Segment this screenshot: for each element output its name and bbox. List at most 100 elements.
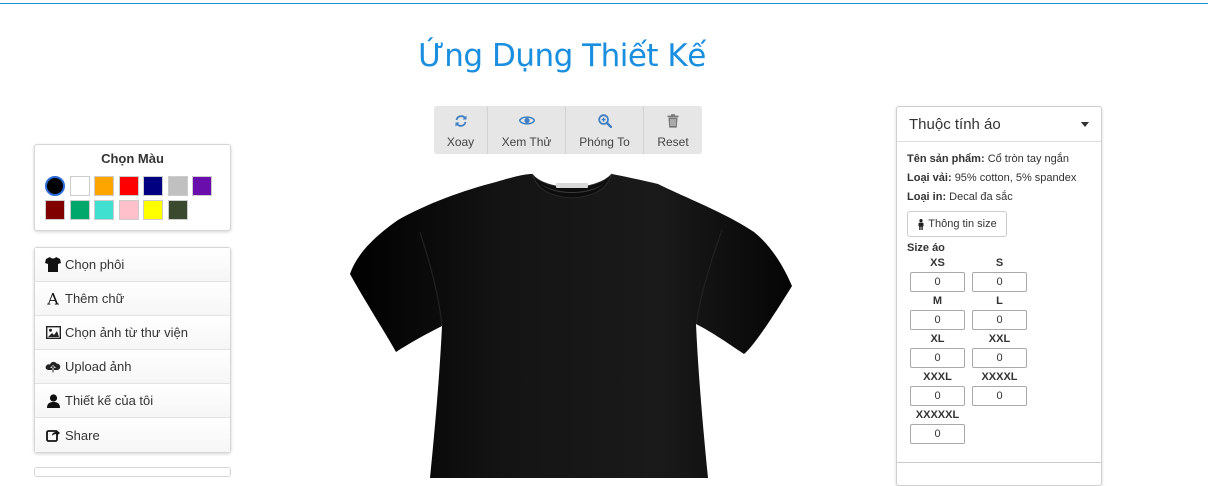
size-label: M (932, 295, 943, 307)
male-icon (918, 218, 924, 230)
toolbar-button[interactable]: Xoay (434, 106, 488, 154)
trash-icon (667, 112, 679, 130)
color-picker-title: Chọn Màu (101, 151, 164, 166)
color-swatch[interactable] (118, 200, 139, 220)
rotate-icon (454, 112, 468, 130)
color-swatch[interactable] (94, 176, 114, 196)
size-label: L (996, 295, 1003, 307)
color-swatch[interactable] (118, 176, 139, 196)
fabric-value: 95% cotton, 5% spandex (954, 172, 1077, 184)
text-icon: A (45, 291, 61, 307)
size-label: XXXXXL (915, 409, 960, 421)
menu-item[interactable]: Chọn phôi (35, 248, 230, 282)
shirt-properties-panel: Thuộc tính áo Tên sản phẩm: Cổ tròn tay … (896, 106, 1102, 486)
size-quantity-input[interactable] (972, 348, 1027, 368)
menu-item-label: Upload ảnh (65, 359, 132, 374)
size-quantity-input[interactable] (910, 310, 965, 330)
size-cell: M (910, 295, 965, 330)
size-label: XXXXL (981, 371, 1018, 383)
menu-item-label: Thiết kế của tôi (65, 393, 154, 408)
zoom-in-icon (597, 112, 612, 130)
eye-icon (518, 112, 535, 130)
fabric-row: Loại vải: 95% cotton, 5% spandex (907, 169, 1101, 188)
size-quantity-input[interactable] (910, 348, 965, 368)
tshirt-mockup[interactable] (346, 168, 798, 478)
size-info-button[interactable]: Thông tin size (907, 211, 1007, 237)
toolbar-button[interactable]: Xem Thử (488, 106, 566, 154)
menu-item[interactable]: Chọn ảnh từ thư viện (35, 316, 230, 350)
shirt-body (350, 174, 792, 478)
size-cell: XL (910, 333, 965, 368)
toolbar-button[interactable]: Reset (644, 106, 702, 154)
toolbar-button-label: Phóng To (579, 134, 630, 149)
size-quantity-input[interactable] (910, 424, 965, 444)
extra-panel (34, 467, 231, 477)
size-cell: L (972, 295, 1027, 330)
properties-dropdown-header[interactable]: Thuộc tính áo (897, 107, 1101, 142)
size-quantity-input[interactable] (972, 310, 1027, 330)
color-swatch[interactable] (69, 200, 90, 220)
color-swatch[interactable] (69, 176, 90, 196)
product-name-label: Tên sản phẩm: (907, 153, 985, 165)
panel-divider (897, 462, 1101, 463)
size-info-label: Thông tin size (928, 218, 997, 230)
product-name-value: Cổ tròn tay ngắn (987, 153, 1070, 165)
size-cell: XXL (972, 333, 1027, 368)
color-swatch[interactable] (192, 176, 212, 196)
size-label: XXXL (923, 371, 952, 383)
size-label: XL (930, 333, 945, 345)
product-name-row: Tên sản phẩm: Cổ tròn tay ngắn (907, 150, 1101, 169)
menu-item-label: Chọn phôi (65, 257, 125, 272)
size-cell: XS (910, 257, 965, 292)
color-swatch[interactable] (143, 200, 163, 220)
size-section-title: Size áo (907, 242, 945, 254)
shirt-neck-label (556, 183, 588, 188)
properties-title: Thuộc tính áo (909, 115, 1001, 133)
tool-menu: Chọn phôi A Thêm chữ Chọn ảnh từ thư viện Up… (34, 247, 231, 453)
toolbar-button[interactable]: Phóng To (566, 106, 644, 154)
size-cell: XXXXL (972, 371, 1027, 406)
toolbar-button-label: Xem Thử (501, 134, 552, 149)
color-swatch[interactable] (167, 200, 188, 220)
color-swatch[interactable] (167, 176, 188, 196)
size-cell: S (972, 257, 1027, 292)
menu-item[interactable]: A Thêm chữ (35, 282, 230, 316)
svg-text:A: A (46, 291, 59, 306)
page-title: Ứng Dụng Thiết Kế (418, 38, 706, 74)
print-type-row: Loại in: Decal đa sắc (907, 188, 1101, 207)
share-icon (45, 427, 61, 443)
size-quantity-input[interactable] (972, 386, 1027, 406)
toolbar-button-label: Reset (657, 134, 689, 149)
print-type-label: Loại in: (907, 191, 947, 203)
size-label: XXL (988, 333, 1011, 345)
menu-item[interactable]: Thiết kế của tôi (35, 384, 230, 418)
size-quantity-input[interactable] (910, 386, 965, 406)
size-quantity-input[interactable] (972, 272, 1027, 292)
cloud-upload-icon (45, 359, 61, 375)
caret-down-icon (1081, 122, 1089, 127)
toolbar-button-label: Xoay (446, 134, 475, 149)
size-label: S (995, 257, 1004, 269)
menu-item[interactable]: Share (35, 418, 230, 452)
user-icon (45, 393, 61, 409)
tshirt-icon (45, 257, 61, 273)
size-label: XS (930, 257, 945, 269)
menu-item-label: Share (65, 427, 100, 443)
color-swatch[interactable] (143, 176, 163, 196)
menu-item-label: Chọn ảnh từ thư viện (65, 325, 188, 340)
print-type-value: Decal đa sắc (949, 191, 1013, 203)
size-cell: XXXXXL (910, 409, 965, 444)
top-border (0, 3, 1208, 4)
image-icon (45, 325, 61, 341)
menu-item[interactable]: Upload ảnh (35, 350, 230, 384)
color-picker-panel: Chọn Màu (34, 144, 231, 231)
color-swatch[interactable] (45, 176, 65, 196)
menu-item-label: Thêm chữ (65, 291, 125, 306)
color-swatch[interactable] (94, 200, 114, 220)
size-grid: XS S M L XL XXL XXXL XXXXL XXXXXL (910, 257, 1090, 447)
fabric-label: Loại vải: (907, 172, 952, 184)
size-quantity-input[interactable] (910, 272, 965, 292)
color-swatch[interactable] (45, 200, 65, 220)
canvas-toolbar: Xoay Xem Thử Phóng To Reset (434, 106, 702, 154)
size-cell: XXXL (910, 371, 965, 406)
